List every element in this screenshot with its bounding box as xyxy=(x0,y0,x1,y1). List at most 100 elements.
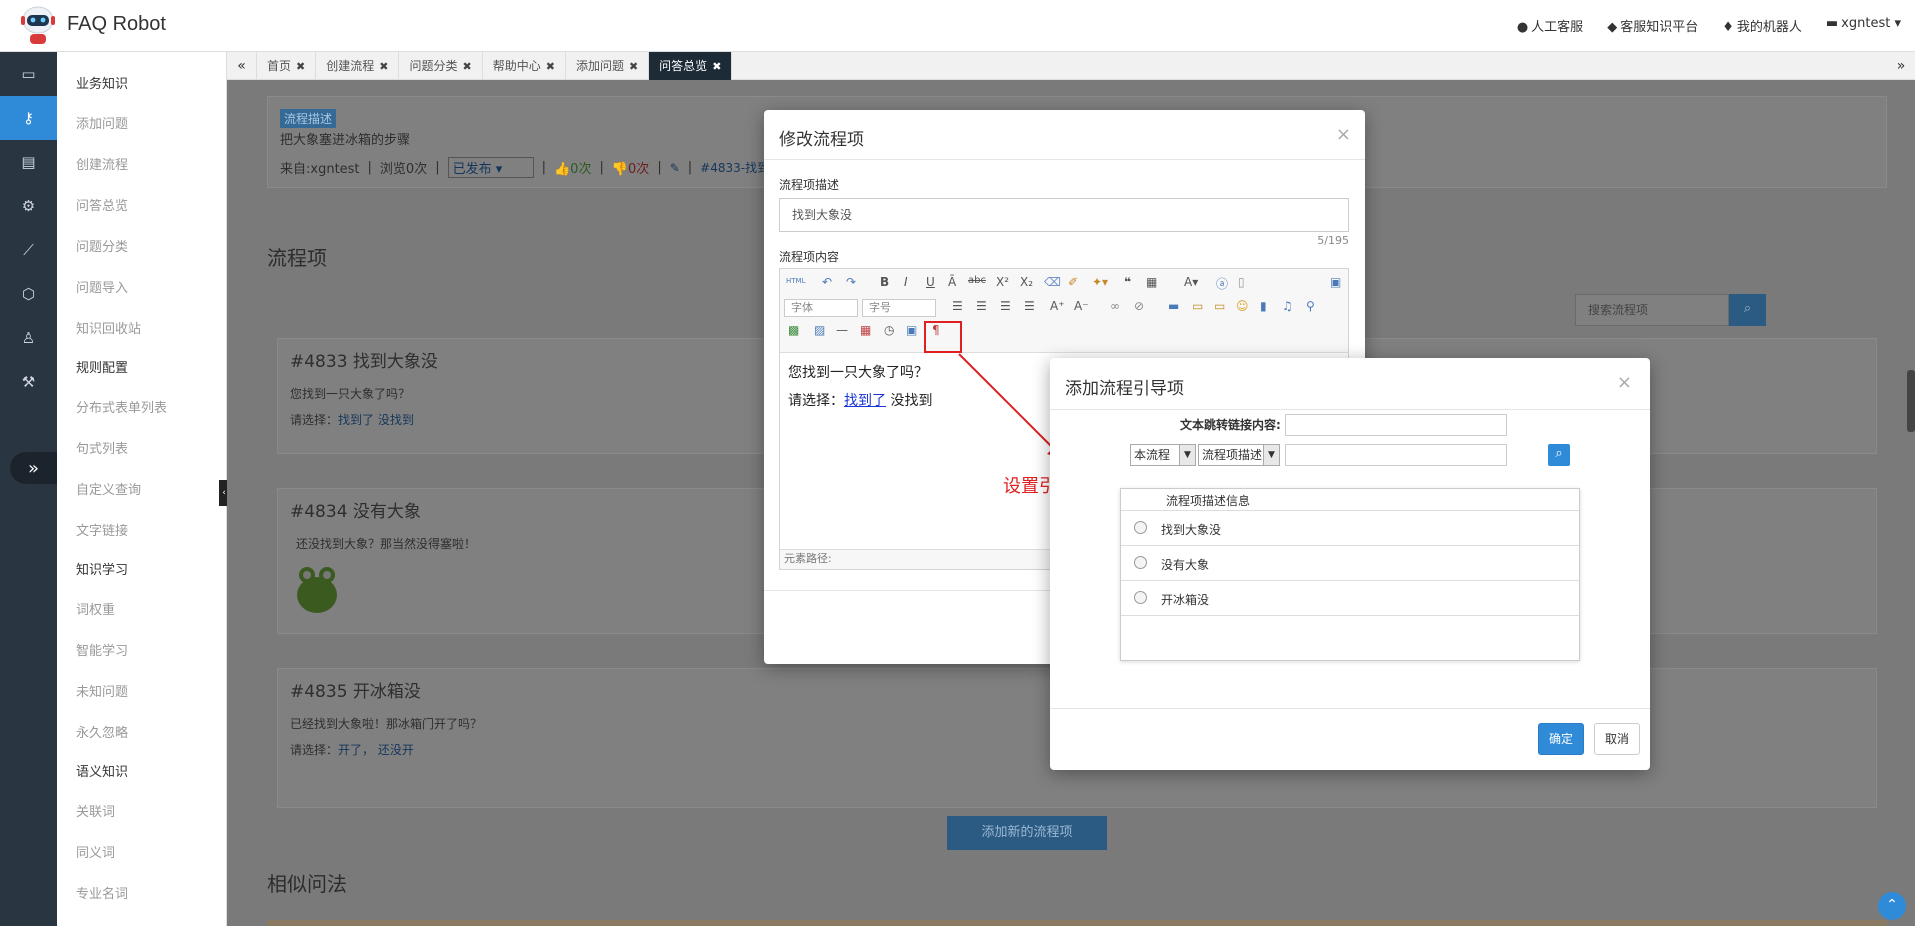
video-icon[interactable]: ▮ xyxy=(1260,299,1267,313)
menu-item-create-flow[interactable]: 创建流程 xyxy=(57,145,226,186)
row-radio[interactable] xyxy=(1134,556,1147,569)
emoji-icon[interactable]: ☺ xyxy=(1236,299,1249,313)
superscript-icon[interactable]: X² xyxy=(996,275,1009,289)
tab-create-flow[interactable]: 创建流程 ✖ xyxy=(316,52,400,80)
horizontal-rule-icon[interactable]: — xyxy=(836,323,848,337)
subscript-icon[interactable]: X₂ xyxy=(1020,275,1033,289)
guide-search-button[interactable]: ⌕ xyxy=(1548,444,1570,466)
menu-item-question-import[interactable]: 问题导入 xyxy=(57,268,226,309)
menu-item-word-weight[interactable]: 词权重 xyxy=(57,590,226,631)
html-source-button[interactable]: HTML xyxy=(786,277,805,285)
chart-icon[interactable]: ⟋ xyxy=(0,228,57,272)
select-all-icon[interactable]: ▯ xyxy=(1238,275,1245,289)
format-brush-icon[interactable]: ✐ xyxy=(1068,275,1078,289)
align-justify-icon[interactable]: ☰ xyxy=(1024,299,1035,313)
row-radio[interactable] xyxy=(1134,521,1147,534)
background-color-icon[interactable]: ⓐ xyxy=(1216,275,1228,292)
font-decrease-icon[interactable]: A⁻ xyxy=(1074,299,1089,313)
fullscreen-icon[interactable]: ▣ xyxy=(1330,275,1341,289)
tab-question-category[interactable]: 问题分类 ✖ xyxy=(399,52,483,80)
add-flow-item-button[interactable]: 添加新的流程项 xyxy=(947,816,1107,850)
menu-item-terms[interactable]: 专业名词 xyxy=(57,874,226,915)
font-color-icon[interactable]: A▾ xyxy=(1184,275,1198,289)
menu-item-related-words[interactable]: 关联词 xyxy=(57,792,226,833)
table-row[interactable]: 没有大象 xyxy=(1121,546,1579,581)
close-icon[interactable]: × xyxy=(1617,372,1632,393)
font-increase-icon[interactable]: A⁺ xyxy=(1050,299,1065,313)
italic-icon[interactable]: I xyxy=(904,275,908,289)
undo-icon[interactable]: ↶ xyxy=(822,275,832,289)
human-service-link[interactable]: ● 人工客服 xyxy=(1517,16,1583,35)
insert-frame-icon[interactable]: ▨ xyxy=(814,323,825,337)
key-icon[interactable]: ⚷ xyxy=(0,96,57,140)
align-left-icon[interactable]: ☰ xyxy=(952,299,963,313)
menu-item-sentence-list[interactable]: 句式列表 xyxy=(57,429,226,470)
auto-format-icon[interactable]: ✦▾ xyxy=(1092,275,1108,289)
menu-item-add-question[interactable]: 添加问题 xyxy=(57,104,226,145)
scope-select[interactable]: 本流程 ▼ xyxy=(1130,444,1196,466)
underline-icon[interactable]: U xyxy=(926,275,935,289)
close-icon[interactable]: ✖ xyxy=(296,60,305,73)
eraser-icon[interactable]: ⌫ xyxy=(1044,275,1061,289)
bold-icon[interactable]: B xyxy=(880,275,889,289)
date-icon[interactable]: ▦ xyxy=(860,323,871,337)
gear-icon[interactable]: ⚙ xyxy=(0,184,57,228)
anchor-icon[interactable]: ▬ xyxy=(1168,299,1179,313)
tab-home[interactable]: 首页 ✖ xyxy=(257,52,317,80)
table-row[interactable]: 找到大象没 xyxy=(1121,511,1579,546)
cancel-button[interactable]: 取消 xyxy=(1594,723,1640,755)
close-icon[interactable]: ✖ xyxy=(546,60,555,73)
document-icon[interactable]: ▤ xyxy=(0,140,57,184)
redo-icon[interactable]: ↷ xyxy=(846,275,856,289)
menu-item-qa-overview[interactable]: 问答总览 xyxy=(57,186,226,227)
attachment-icon[interactable]: ⚲ xyxy=(1306,299,1315,313)
image-icon[interactable]: ▭ xyxy=(1192,299,1203,313)
menu-item-recycle-bin[interactable]: 知识回收站 xyxy=(57,309,226,350)
close-icon[interactable]: ✖ xyxy=(379,60,388,73)
menu-item-question-category[interactable]: 问题分类 xyxy=(57,227,226,268)
scroll-top-button[interactable]: ⌃ xyxy=(1878,892,1906,920)
like-icon[interactable]: 👍0次 xyxy=(554,158,591,177)
font-family-select[interactable]: 字体 xyxy=(784,299,858,317)
table-row[interactable]: 开冰箱没 xyxy=(1121,581,1579,616)
guide-search-input[interactable] xyxy=(1285,444,1507,466)
font-size-select[interactable]: 字号 xyxy=(862,299,936,317)
my-robot-link[interactable]: ♦ 我的机器人 xyxy=(1722,16,1802,35)
search-input[interactable]: 搜索流程项 xyxy=(1575,294,1729,326)
align-right-icon[interactable]: ☰ xyxy=(1000,299,1011,313)
editor-link[interactable]: 找到了 xyxy=(844,393,886,409)
menu-item-smart-learning[interactable]: 智能学习 xyxy=(57,631,226,672)
blockquote-icon[interactable]: ❝ xyxy=(1124,275,1131,289)
tab-help-center[interactable]: 帮助中心 ✖ xyxy=(483,52,566,80)
user-menu[interactable]: ▬ xgntest ▾ xyxy=(1826,16,1901,35)
link-text-input[interactable] xyxy=(1285,414,1507,436)
font-border-icon[interactable]: Ā xyxy=(948,275,956,289)
tab-qa-overview[interactable]: 问答总览 ✖ xyxy=(649,52,733,80)
close-icon[interactable]: × xyxy=(1336,124,1351,145)
map-icon[interactable]: ▩ xyxy=(788,323,799,337)
time-icon[interactable]: ◷ xyxy=(884,323,894,337)
person-icon[interactable]: ♙ xyxy=(0,316,57,360)
menu-item-unknown-question[interactable]: 未知问题 xyxy=(57,672,226,713)
side-scroll-handle[interactable] xyxy=(1907,370,1915,432)
search-button[interactable]: ⌕ xyxy=(1729,294,1766,326)
align-center-icon[interactable]: ☰ xyxy=(976,299,987,313)
cube-icon[interactable]: ⬡ xyxy=(0,272,57,316)
menu-item-text-link[interactable]: 文字链接 xyxy=(57,511,226,552)
link-icon[interactable]: ∞ xyxy=(1110,299,1120,313)
menu-item-synonyms[interactable]: 同义词 xyxy=(57,833,226,874)
unlink-icon[interactable]: ⊘ xyxy=(1134,299,1144,313)
knowledge-platform-link[interactable]: ◆ 客服知识平台 xyxy=(1607,16,1698,35)
dislike-icon[interactable]: 👎0次 xyxy=(612,158,649,177)
field-select[interactable]: 流程项描述 ▼ xyxy=(1198,444,1280,466)
expand-sidebar-button[interactable]: » xyxy=(10,452,57,484)
menu-item-custom-query[interactable]: 自定义查询 xyxy=(57,470,226,511)
music-icon[interactable]: ♫ xyxy=(1282,299,1293,313)
menu-item-ignore[interactable]: 永久忽略 xyxy=(57,713,226,754)
laptop-icon[interactable]: ▭ xyxy=(0,52,57,96)
row-radio[interactable] xyxy=(1134,591,1147,604)
status-select[interactable]: 已发布 ▾ xyxy=(447,157,534,178)
close-icon[interactable]: ✖ xyxy=(629,60,638,73)
edit-icon[interactable]: ✎ xyxy=(670,161,680,175)
desc-input[interactable]: 找到大象没 xyxy=(779,198,1349,232)
